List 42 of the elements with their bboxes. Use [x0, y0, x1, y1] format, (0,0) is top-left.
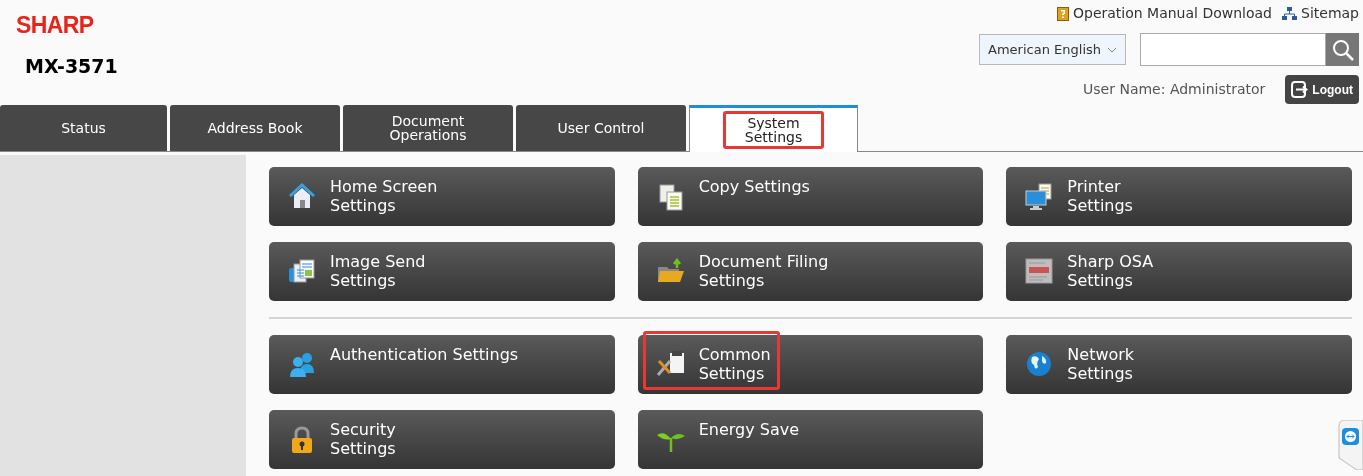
tools-machine-icon	[655, 351, 686, 377]
folder-arrow-icon	[656, 258, 685, 284]
globe-icon	[1026, 351, 1053, 377]
nav-tab[interactable]: Address Book	[170, 105, 340, 151]
sitemap-icon	[1282, 7, 1297, 20]
model-name: MX-3571	[25, 54, 118, 79]
settings-button[interactable]: Energy Save	[637, 410, 984, 469]
settings-button[interactable]: Home Screen Settings	[269, 167, 615, 226]
logout-button[interactable]: Logout	[1285, 75, 1359, 104]
manual-link[interactable]: Operation Manual Download	[1056, 3, 1272, 24]
logout-icon	[1291, 81, 1309, 98]
documents-icon	[657, 183, 684, 211]
nav-tab[interactable]: System Settings	[689, 105, 858, 152]
fax-documents-icon	[288, 258, 316, 286]
settings-button[interactable]: Image Send Settings	[269, 242, 615, 301]
nav-tab[interactable]: Document Operations	[343, 105, 513, 151]
nav-tab[interactable]: User Control	[516, 105, 686, 151]
user-name-label: User Name: Administrator	[1083, 80, 1266, 99]
osa-badge-icon	[1025, 258, 1054, 284]
house-icon	[288, 183, 316, 209]
padlock-icon	[290, 426, 314, 454]
manual-icon	[1056, 6, 1069, 21]
highlight-frame: Common Settings	[642, 331, 780, 390]
users-icon	[288, 351, 316, 377]
settings-button[interactable]: Document Filing Settings	[637, 242, 984, 301]
brand-logo: SHARP	[16, 14, 94, 37]
settings-button[interactable]: Security Settings	[269, 410, 615, 469]
sitemap-link[interactable]: Sitemap	[1282, 3, 1359, 24]
settings-button[interactable]: Network Settings	[1006, 335, 1352, 394]
highlight-frame: System Settings	[722, 111, 825, 149]
settings-button[interactable]: Copy Settings	[637, 167, 984, 226]
search-icon	[1331, 38, 1354, 61]
nav-tab[interactable]: Status	[0, 105, 167, 151]
settings-button[interactable]: Sharp OSA Settings	[1006, 242, 1352, 301]
chevron-down-icon	[1107, 46, 1117, 53]
settings-button[interactable]: Authentication Settings	[269, 335, 615, 394]
search-button[interactable]	[1326, 33, 1359, 66]
computer-document-icon	[1025, 183, 1054, 211]
remote-support-tab-icon[interactable]	[1337, 420, 1363, 470]
language-dropdown[interactable]: American English	[979, 34, 1126, 65]
settings-button[interactable]: Printer Settings	[1006, 167, 1352, 226]
search-field[interactable]	[1140, 33, 1326, 66]
